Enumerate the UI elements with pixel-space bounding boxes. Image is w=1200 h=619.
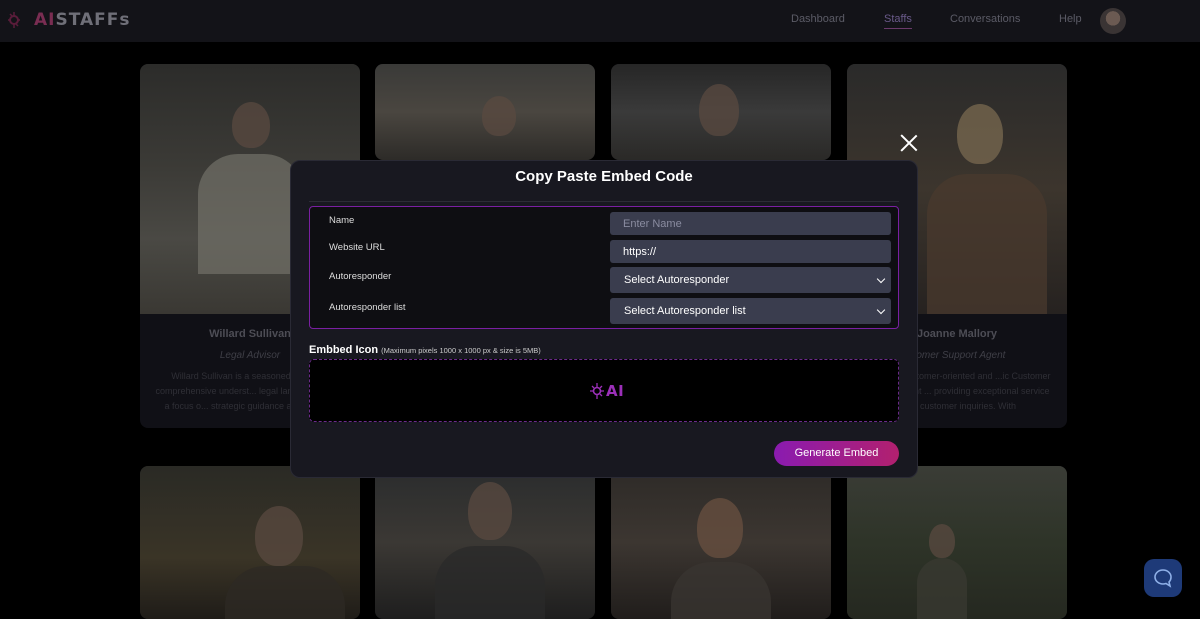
- embed-icon-dropzone[interactable]: AI: [309, 359, 899, 422]
- chat-bubble-icon: [1154, 569, 1172, 588]
- brand-logo[interactable]: AISTAFFs: [8, 10, 131, 30]
- staff-card[interactable]: [375, 64, 595, 160]
- website-url-input[interactable]: [610, 240, 891, 263]
- staff-card[interactable]: [611, 64, 831, 160]
- staff-photo: [847, 466, 1067, 619]
- autoresponder-list-label: Autoresponder list: [329, 302, 406, 313]
- staff-photo: [140, 466, 360, 619]
- staff-card[interactable]: [140, 466, 360, 619]
- autoresponder-list-select-value: Select Autoresponder list: [624, 305, 746, 317]
- staff-photo: [611, 64, 831, 160]
- nav-conversations[interactable]: Conversations: [950, 13, 1020, 25]
- modal-title: Copy Paste Embed Code: [515, 168, 693, 185]
- chevron-down-icon: [876, 305, 886, 315]
- nav-help[interactable]: Help: [1059, 13, 1082, 25]
- website-url-label: Website URL: [329, 242, 385, 253]
- autoresponder-list-select[interactable]: Select Autoresponder list: [610, 298, 891, 324]
- embed-logo-text: AI: [606, 382, 625, 400]
- autoresponder-select-value: Select Autoresponder: [624, 274, 730, 286]
- embed-icon-note: (Maximum pixels 1000 x 1000 px & size is…: [381, 346, 541, 355]
- ai-brain-logo-icon: [8, 12, 20, 28]
- staff-card[interactable]: [611, 466, 831, 619]
- staff-photo: [375, 64, 595, 160]
- embed-form: Name Website URL Autoresponder Select Au…: [309, 206, 899, 329]
- top-navigation-bar: AISTAFFs Dashboard Staffs Conversations …: [0, 0, 1200, 42]
- chat-widget-button[interactable]: [1144, 559, 1182, 597]
- staff-card[interactable]: [375, 466, 595, 619]
- name-label: Name: [329, 215, 355, 226]
- embed-icon-preview: AI: [590, 382, 624, 400]
- close-icon[interactable]: [900, 134, 918, 152]
- nav-dashboard[interactable]: Dashboard: [791, 13, 845, 25]
- chevron-down-icon: [876, 274, 886, 284]
- generate-embed-button[interactable]: Generate Embed: [774, 441, 899, 466]
- name-input[interactable]: [610, 212, 891, 235]
- autoresponder-select[interactable]: Select Autoresponder: [610, 267, 891, 293]
- embed-icon-heading: Embbed Icon (Maximum pixels 1000 x 1000 …: [309, 344, 541, 356]
- title-divider: [309, 201, 899, 202]
- staff-photo: [375, 466, 595, 619]
- autoresponder-label: Autoresponder: [329, 271, 392, 282]
- nav-staffs[interactable]: Staffs: [884, 13, 912, 29]
- staff-photo: [611, 466, 831, 619]
- ai-brain-logo-icon: [590, 383, 604, 399]
- brand-name: AISTAFFs: [34, 10, 131, 30]
- user-avatar[interactable]: [1100, 8, 1126, 34]
- embed-code-modal: Copy Paste Embed Code Name Website URL A…: [290, 160, 918, 478]
- embed-icon-label: Embbed Icon: [309, 344, 379, 356]
- staff-card[interactable]: [847, 466, 1067, 619]
